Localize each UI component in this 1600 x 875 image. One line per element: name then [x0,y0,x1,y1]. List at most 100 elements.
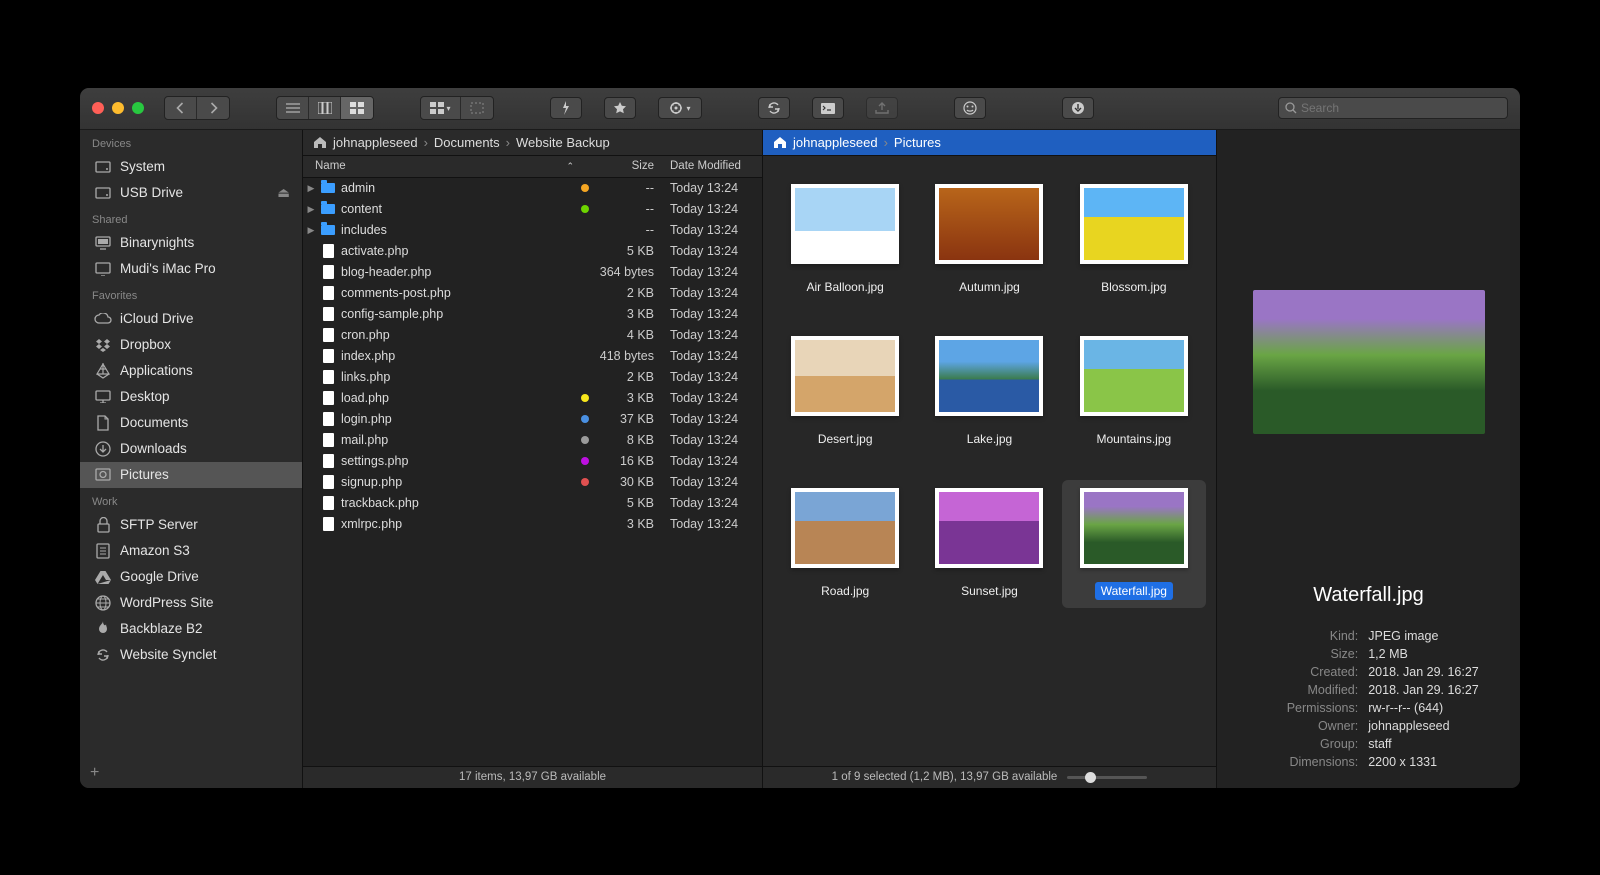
thumbnail-item[interactable]: Lake.jpg [917,328,1061,456]
file-name: cron.php [337,328,576,342]
file-date: Today 13:24 [662,307,762,321]
forward-button[interactable] [197,97,229,119]
file-row[interactable]: load.php 3 KB Today 13:24 [303,388,762,409]
disclosure-triangle[interactable]: ▶ [303,183,319,194]
sidebar-item[interactable]: System [80,154,302,180]
thumbnail-image [791,336,899,416]
sidebar-item[interactable]: Dropbox [80,332,302,358]
add-favorite-button[interactable]: + [90,764,99,781]
thumbnail-item[interactable]: Autumn.jpg [917,176,1061,304]
search-input[interactable] [1301,101,1501,115]
file-row[interactable]: xmlrpc.php 3 KB Today 13:24 [303,514,762,535]
terminal-button[interactable] [812,97,844,119]
file-row[interactable]: activate.php 5 KB Today 13:24 [303,241,762,262]
file-row[interactable]: blog-header.php 364 bytes Today 13:24 [303,262,762,283]
desktop-icon [94,388,112,406]
file-date: Today 13:24 [662,454,762,468]
sidebar-item-label: USB Drive [120,185,183,200]
minimize-button[interactable] [112,102,124,114]
quick-open-button[interactable] [550,97,582,119]
sidebar-item[interactable]: USB Drive ⏏ [80,180,302,206]
sidebar-item[interactable]: Binarynights [80,230,302,256]
file-row[interactable]: index.php 418 bytes Today 13:24 [303,346,762,367]
sidebar-item[interactable]: Documents [80,410,302,436]
chevron-right-icon: › [884,135,888,150]
thumbnail-label: Sunset.jpg [955,582,1024,600]
thumbnail-item[interactable]: Sunset.jpg [917,480,1061,608]
sidebar-item[interactable]: Applications [80,358,302,384]
meta-label: Permissions: [1258,701,1358,715]
action-menu-button[interactable]: ▾ [658,97,702,119]
activity-button[interactable] [1062,97,1094,119]
col-date[interactable]: Date Modified [662,160,762,172]
thumbnail-item[interactable]: Blossom.jpg [1062,176,1206,304]
file-row[interactable]: trackback.php 5 KB Today 13:24 [303,493,762,514]
thumbnail-item[interactable]: Waterfall.jpg [1062,480,1206,608]
thumbnail-item[interactable]: Desert.jpg [773,328,917,456]
sidebar-item-label: Backblaze B2 [120,621,203,636]
breadcrumb-segment[interactable]: Pictures [894,135,941,150]
sidebar-item[interactable]: SFTP Server [80,512,302,538]
thumbnail-item[interactable]: Air Balloon.jpg [773,176,917,304]
icon-view-button[interactable] [341,97,373,119]
arrange-button[interactable]: ▾ [421,97,461,119]
close-button[interactable] [92,102,104,114]
file-size: 30 KB [594,475,662,489]
file-row[interactable]: cron.php 4 KB Today 13:24 [303,325,762,346]
thumbnail-grid: Air Balloon.jpgAutumn.jpgBlossom.jpg Dese… [763,156,1216,766]
file-row[interactable]: comments-post.php 2 KB Today 13:24 [303,283,762,304]
sidebar-item[interactable]: iCloud Drive [80,306,302,332]
sync-button[interactable] [758,97,790,119]
maximize-button[interactable] [132,102,144,114]
breadcrumb-left[interactable]: johnappleseed › Documents › Website Back… [303,130,762,156]
disclosure-triangle[interactable]: ▶ [303,204,319,215]
file-size: 3 KB [594,517,662,531]
disclosure-triangle[interactable]: ▶ [303,225,319,236]
breadcrumb-segment[interactable]: johnappleseed [793,135,878,150]
column-view-button[interactable] [309,97,341,119]
back-button[interactable] [165,97,197,119]
sidebar-item-label: iCloud Drive [120,311,194,326]
thumbnail-item[interactable]: Road.jpg [773,480,917,608]
col-size[interactable]: Size [582,160,662,172]
sidebar-item[interactable]: Backblaze B2 [80,616,302,642]
sidebar-item[interactable]: Downloads [80,436,302,462]
share-button[interactable] [866,97,898,119]
sidebar-item[interactable]: Amazon S3 [80,538,302,564]
file-row[interactable]: config-sample.php 3 KB Today 13:24 [303,304,762,325]
file-row[interactable]: ▶ includes -- Today 13:24 [303,220,762,241]
col-name[interactable]: Name [315,160,346,172]
eject-icon[interactable]: ⏏ [277,185,290,201]
list-header[interactable]: Name ⌃ Size Date Modified [303,156,762,178]
file-row[interactable]: links.php 2 KB Today 13:24 [303,367,762,388]
favorite-button[interactable] [604,97,636,119]
breadcrumb-mid[interactable]: johnappleseed › Pictures [763,130,1216,156]
computer-icon [94,234,112,252]
hidden-files-button[interactable] [461,97,493,119]
sidebar-item[interactable]: Pictures [80,462,302,488]
file-row[interactable]: mail.php 8 KB Today 13:24 [303,430,762,451]
file-icon [319,244,337,258]
sidebar-item[interactable]: Website Synclet [80,642,302,668]
search-box[interactable] [1278,97,1508,119]
breadcrumb-segment[interactable]: johnappleseed [333,135,418,150]
file-row[interactable]: settings.php 16 KB Today 13:24 [303,451,762,472]
breadcrumb-segment[interactable]: Website Backup [516,135,610,150]
file-row[interactable]: login.php 37 KB Today 13:24 [303,409,762,430]
file-size: -- [594,202,662,216]
sidebar-item[interactable]: Desktop [80,384,302,410]
emoji-button[interactable] [954,97,986,119]
list-view-button[interactable] [277,97,309,119]
thumbnail-item[interactable]: Mountains.jpg [1062,328,1206,456]
sidebar-item[interactable]: WordPress Site [80,590,302,616]
sidebar-item[interactable]: Mudi's iMac Pro [80,256,302,282]
sidebar-item-label: Applications [120,363,193,378]
zoom-slider[interactable] [1067,776,1147,779]
file-row[interactable]: ▶ admin -- Today 13:24 [303,178,762,199]
breadcrumb-segment[interactable]: Documents [434,135,500,150]
file-list: ▶ admin -- Today 13:24▶ content -- Today… [303,178,762,766]
file-row[interactable]: ▶ content -- Today 13:24 [303,199,762,220]
file-row[interactable]: signup.php 30 KB Today 13:24 [303,472,762,493]
file-date: Today 13:24 [662,412,762,426]
sidebar-item[interactable]: Google Drive [80,564,302,590]
